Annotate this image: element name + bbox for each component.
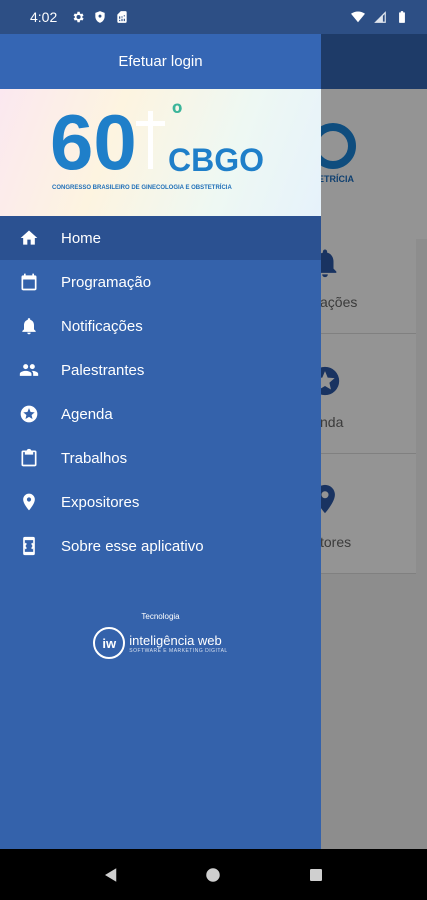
logo-statue-arms	[136, 121, 165, 126]
status-time: 4:02	[30, 9, 58, 25]
logo-degree: º	[172, 101, 182, 129]
bell-icon	[19, 316, 39, 336]
menu-item-label: Expositores	[61, 493, 140, 511]
recents-icon[interactable]	[305, 864, 327, 886]
battery-icon	[399, 11, 405, 23]
calendar-icon	[19, 272, 39, 292]
navigation-drawer: Efetuar login 60 º CBGO CONGRESSO BRASIL…	[0, 34, 321, 849]
sim-card-icon	[117, 11, 127, 23]
logo-subtitle: CONGRESSO BRASILEIRO DE GINECOLOGIA E OB…	[52, 183, 232, 191]
system-nav-bar	[0, 849, 427, 900]
status-icons-left	[71, 10, 129, 24]
menu-item-notificacoes[interactable]: Notificações	[0, 304, 321, 348]
menu-item-label: Sobre esse aplicativo	[61, 537, 204, 555]
logo-number: 60	[50, 101, 137, 186]
iw-logo-name: inteligência web	[129, 632, 222, 648]
menu-item-sobre[interactable]: Sobre esse aplicativo	[0, 524, 321, 568]
wifi-icon	[351, 11, 365, 23]
home-icon	[19, 228, 39, 248]
menu-item-label: Trabalhos	[61, 449, 128, 467]
clipboard-icon	[19, 448, 39, 468]
location-pin-icon	[19, 492, 39, 512]
back-icon[interactable]	[100, 864, 122, 886]
menu-item-expositores[interactable]: Expositores	[0, 480, 321, 524]
shield-icon	[95, 11, 105, 23]
cbgo-logo: 60 º CBGO CONGRESSO BRASILEIRO DE GINECO…	[50, 101, 264, 191]
drawer-menu: Home Programação Notificações Palestrant…	[0, 216, 321, 568]
star-circle-icon	[19, 404, 39, 424]
people-icon	[19, 360, 39, 380]
signal-icon	[374, 11, 386, 23]
logo-statue	[148, 111, 153, 169]
iw-logo-text: inteligência web SOFTWARE E MARKETING DI…	[129, 633, 227, 654]
iw-logo: iw inteligência web SOFTWARE E MARKETING…	[93, 627, 227, 659]
logo-acronym: CBGO	[168, 142, 264, 178]
menu-item-home[interactable]: Home	[0, 216, 321, 260]
menu-item-trabalhos[interactable]: Trabalhos	[0, 436, 321, 480]
menu-item-label: Notificações	[61, 317, 143, 335]
phone-info-icon	[19, 536, 39, 556]
menu-item-label: Agenda	[61, 405, 113, 423]
menu-item-programacao[interactable]: Programação	[0, 260, 321, 304]
login-button[interactable]: Efetuar login	[0, 34, 321, 89]
menu-item-agenda[interactable]: Agenda	[0, 392, 321, 436]
menu-item-palestrantes[interactable]: Palestrantes	[0, 348, 321, 392]
gear-icon	[73, 11, 84, 23]
iw-logo-tagline: SOFTWARE E MARKETING DIGITAL	[129, 647, 228, 654]
status-bar: 4:02	[0, 0, 427, 34]
status-icons-right	[351, 10, 409, 24]
tech-label: Tecnologia	[141, 612, 180, 621]
menu-item-label: Palestrantes	[61, 361, 145, 379]
iw-logo-initials: iw	[93, 627, 126, 659]
technology-credit: Tecnologia iw inteligência web SOFTWARE …	[0, 612, 321, 659]
home-circle-icon[interactable]	[202, 864, 224, 886]
event-banner: 60 º CBGO CONGRESSO BRASILEIRO DE GINECO…	[0, 89, 321, 216]
menu-item-label: Home	[61, 229, 102, 247]
menu-item-label: Programação	[61, 273, 152, 291]
